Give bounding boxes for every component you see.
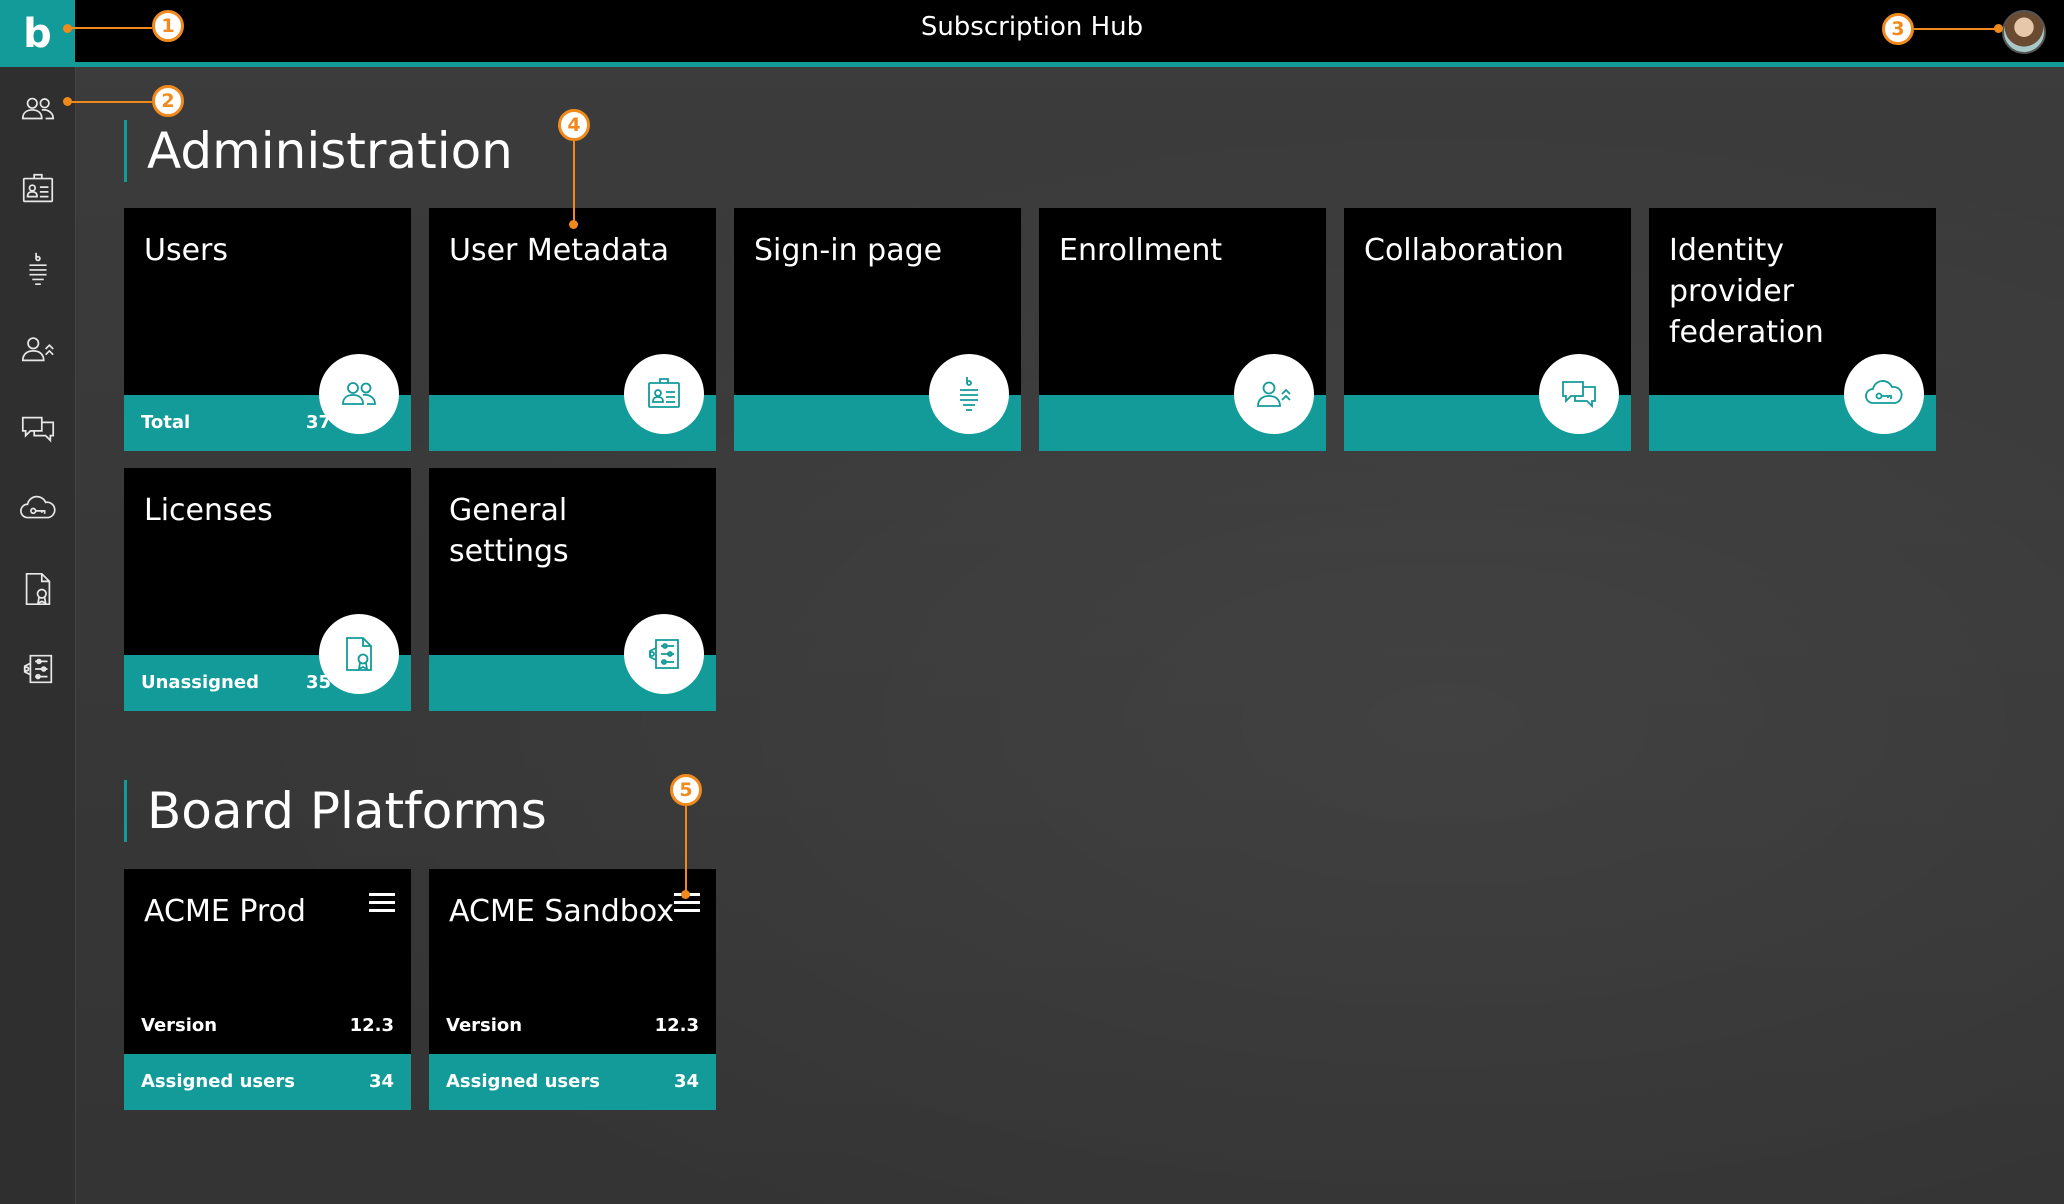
tile-enrollment[interactable]: Enrollment [1039,208,1326,451]
tile-title: Licenses [144,493,273,528]
tile-title: General settings [449,493,569,569]
tile-icon-circle [1539,354,1619,434]
platform-title: ACME Sandbox [449,894,675,929]
sidebar [0,67,76,1204]
version-value: 12.3 [654,1015,699,1036]
chat-icon [19,410,57,448]
callout-5-line [685,806,687,894]
tile-general-settings[interactable]: General settings [429,468,716,711]
hamburger-menu-icon[interactable] [369,893,395,915]
unassigned-label: Unassigned [141,672,259,693]
callout-3: 3 [1882,13,1914,45]
callout-1-line [68,27,152,29]
assigned-users-value: 34 [673,1071,699,1092]
version-row: Version 12.3 [141,1015,394,1036]
tile-title: Enrollment [1059,233,1223,268]
platform-footer: Assigned users 34 [429,1054,716,1110]
callout-5-anchor [681,890,690,899]
assigned-users-value: 34 [368,1071,394,1092]
tile-collaboration[interactable]: Collaboration [1344,208,1631,451]
tile-icon-circle [624,614,704,694]
callout-5: 5 [670,774,702,806]
id-card-icon [644,374,684,414]
top-bar: b Subscription Hub [0,0,2064,67]
assigned-users-label: Assigned users [141,1071,295,1092]
users-icon [19,90,57,128]
tile-title: Identity provider federation [1669,233,1824,350]
users-icon [339,374,379,414]
settings-icon [644,634,684,674]
cloud-key-icon [1864,374,1904,414]
callout-2-line [68,101,152,103]
sidebar-item-identity-provider[interactable] [0,479,75,539]
settings-icon [19,650,57,688]
platform-footer: Assigned users 34 [124,1054,411,1110]
callout-4-anchor [569,220,578,229]
sign-in-icon [949,374,989,414]
sidebar-item-sign-in-page[interactable] [0,239,75,299]
enrollment-icon [1254,374,1294,414]
version-row: Version 12.3 [446,1015,699,1036]
license-icon [339,634,379,674]
assigned-users-label: Assigned users [446,1071,600,1092]
cloud-key-icon [19,490,57,528]
sidebar-item-enrollment[interactable] [0,319,75,379]
tile-title: Users [144,233,229,268]
id-card-icon [19,170,57,208]
chat-icon [1559,374,1599,414]
tile-icon-circle [319,614,399,694]
sidebar-item-collaboration[interactable] [0,399,75,459]
tile-title: Sign-in page [754,233,943,268]
section-title-board-platforms: Board Platforms [124,780,547,842]
enrollment-icon [19,330,57,368]
version-label: Version [141,1015,218,1036]
sign-in-icon [19,250,57,288]
version-label: Version [446,1015,523,1036]
tile-icon-circle [624,354,704,434]
app-title: Subscription Hub [920,12,1144,42]
callout-4-line [573,141,575,224]
unassigned-value: 35 [305,672,331,693]
platform-title: ACME Prod [144,894,306,929]
tile-title: Collaboration [1364,233,1564,268]
sidebar-item-user-metadata[interactable] [0,159,75,219]
tile-icon-circle [319,354,399,434]
total-label: Total [141,412,191,433]
tile-users[interactable]: Users Total 37 [124,208,411,451]
user-avatar[interactable] [2002,10,2046,54]
callout-3-line [1914,28,1998,30]
sidebar-item-licenses[interactable] [0,559,75,619]
sidebar-item-users[interactable] [0,79,75,139]
tile-user-metadata[interactable]: User Metadata [429,208,716,451]
tile-title: User Metadata [449,233,669,268]
version-value: 12.3 [349,1015,394,1036]
total-value: 37 [305,412,331,433]
tile-sign-in-page[interactable]: Sign-in page [734,208,1021,451]
callout-2: 2 [152,85,184,117]
section-title-administration: Administration [124,120,513,182]
platform-tile-acme-prod[interactable]: ACME Prod Version 12.3 Assigned users 34 [124,869,411,1110]
callout-1: 1 [152,10,184,42]
tile-icon-circle [1234,354,1314,434]
license-icon [19,570,57,608]
tile-identity-provider-federation[interactable]: Identity provider federation [1649,208,1936,451]
callout-3-anchor [1994,24,2003,33]
tile-licenses[interactable]: Licenses Unassigned 35 [124,468,411,711]
tile-icon-circle [929,354,1009,434]
platform-tile-acme-sandbox[interactable]: ACME Sandbox Version 12.3 Assigned users 3… [429,869,716,1110]
sidebar-item-general-settings[interactable] [0,639,75,699]
callout-4: 4 [558,109,590,141]
tile-icon-circle [1844,354,1924,434]
